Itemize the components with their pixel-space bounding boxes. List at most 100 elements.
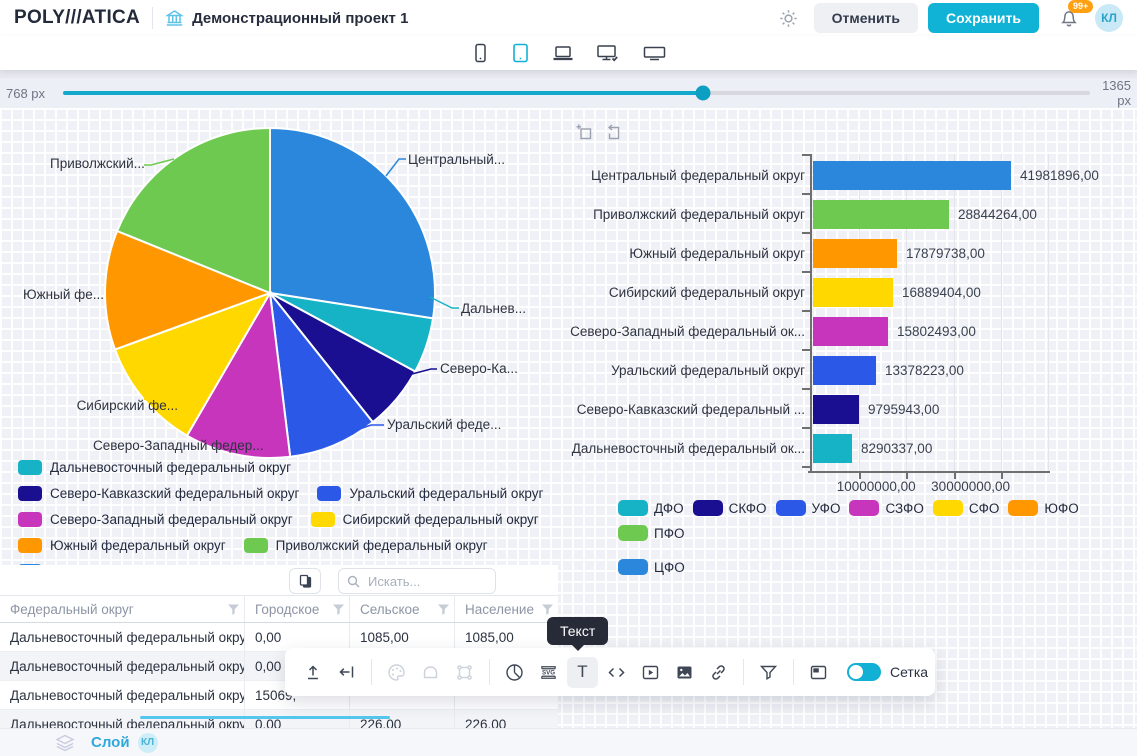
legend-label: ЮФО: [1044, 501, 1078, 516]
bar-value-label: 41981896,00: [1020, 156, 1099, 195]
filter-funnel-icon[interactable]: [437, 603, 450, 616]
bar-СЗФО[interactable]: [813, 317, 888, 346]
width-slider-handle[interactable]: [695, 86, 710, 101]
bar-value-label: 15802493,00: [897, 312, 976, 351]
legend-item[interactable]: Сибирский федеральный округ: [311, 512, 539, 527]
bar-ПФО[interactable]: [813, 200, 949, 229]
upload-icon[interactable]: [297, 657, 328, 688]
bar-category-label: Северо-Кавказский федеральный ...: [560, 390, 805, 429]
filter-funnel-icon[interactable]: [332, 603, 345, 616]
legend-item[interactable]: ДФО: [618, 500, 684, 516]
bar-ЮФО[interactable]: [813, 239, 897, 268]
legend-item[interactable]: Южный федеральный округ: [18, 538, 226, 553]
bar-ДФО[interactable]: [813, 434, 852, 463]
device-size-bar: [0, 36, 1137, 70]
video-icon[interactable]: [635, 657, 666, 688]
device-phone-icon[interactable]: [470, 41, 491, 65]
table-row[interactable]: Дальневосточный федеральный округ0,00226…: [0, 710, 558, 728]
bar-axis-ytick: [802, 193, 810, 195]
width-slider-track[interactable]: [63, 91, 1090, 95]
bar-ЦФО[interactable]: [813, 161, 1011, 190]
gear-icon[interactable]: [777, 7, 800, 30]
device-widescreen-icon[interactable]: [641, 41, 668, 65]
legend-label: Дальневосточный федеральный округ: [50, 460, 291, 475]
pie-label-cfo: Центральный...: [408, 152, 505, 167]
notifications[interactable]: 99+: [1059, 8, 1079, 28]
column-header[interactable]: Сельское: [350, 596, 455, 622]
layer-badge: КЛ: [138, 733, 158, 753]
legend-item[interactable]: Северо-Кавказский федеральный округ: [18, 486, 299, 501]
layer-tab[interactable]: Слой: [91, 734, 130, 751]
bar-value-label: 16889404,00: [902, 273, 981, 312]
table-cell: Дальневосточный федеральный округ: [0, 652, 245, 680]
text-icon[interactable]: T: [567, 657, 598, 688]
bar-axis-ytick: [802, 310, 810, 312]
link-icon[interactable]: [703, 657, 734, 688]
legend-item[interactable]: Приволжский федеральный округ: [244, 538, 488, 553]
legend-item[interactable]: ЦФО: [618, 559, 685, 575]
svg-icon[interactable]: SVG: [533, 657, 564, 688]
transform-icon[interactable]: [449, 657, 480, 688]
legend-item[interactable]: УФО: [776, 500, 841, 516]
legend-label: Сибирский федеральный округ: [343, 512, 539, 527]
legend-swatch: [317, 486, 341, 501]
undo-box-icon[interactable]: [604, 124, 621, 141]
device-desktop-check-icon[interactable]: [594, 41, 623, 65]
bar-axis-ytick: [802, 388, 810, 390]
search-input[interactable]: [366, 573, 487, 590]
legend-swatch: [849, 500, 879, 516]
bar-value-label: 9795943,00: [868, 390, 939, 429]
legend-label: ДФО: [654, 501, 684, 516]
gap-strip: [0, 70, 1137, 78]
table-cell: Дальневосточный федеральный округ: [0, 681, 245, 709]
bar-legend: ДФО СКФО УФО СЗФО СФО ЮФО ПФО ЦФО: [618, 500, 1134, 575]
pie-chart-icon[interactable]: [499, 657, 530, 688]
table-horizontal-scrollbar[interactable]: [140, 716, 390, 719]
legend-label: Северо-Кавказский федеральный округ: [50, 486, 299, 501]
layers-icon[interactable]: [55, 734, 75, 752]
crop-icon[interactable]: [576, 124, 593, 141]
image-icon[interactable]: [669, 657, 700, 688]
legend-item[interactable]: Дальневосточный федеральный округ: [18, 460, 291, 475]
legend-item[interactable]: ПФО: [618, 525, 684, 541]
cancel-button[interactable]: Отменить: [814, 3, 918, 33]
column-header[interactable]: Население: [455, 596, 558, 622]
save-button[interactable]: Сохранить: [928, 3, 1039, 33]
grid-toggle[interactable]: Сетка: [847, 663, 928, 681]
svg-text:SVG: SVG: [542, 669, 555, 676]
legend-swatch: [244, 538, 268, 553]
bar-СФО[interactable]: [813, 278, 893, 307]
filter-icon[interactable]: [753, 657, 784, 688]
legend-item[interactable]: Северо-Западный федеральный округ: [18, 512, 293, 527]
legend-item[interactable]: ЮФО: [1008, 500, 1078, 516]
dashboard-canvas[interactable]: Центральный... Дальнев... Северо-Ка... У…: [0, 108, 1137, 728]
copy-button[interactable]: [289, 568, 321, 594]
column-header[interactable]: Федеральный округ: [0, 596, 245, 622]
filter-funnel-icon[interactable]: [541, 603, 554, 616]
legend-item[interactable]: СЗФО: [849, 500, 923, 516]
code-icon[interactable]: [601, 657, 632, 688]
legend-label: СФО: [969, 501, 1000, 516]
column-header[interactable]: Городское: [245, 596, 350, 622]
palette-icon[interactable]: [381, 657, 412, 688]
pie-label-yufo: Южный фе...: [23, 287, 104, 302]
frame-icon[interactable]: [803, 657, 834, 688]
table-cell: Дальневосточный федеральный округ: [0, 710, 245, 728]
width-slider-row: 768 px 1365 px: [0, 78, 1137, 108]
legend-item[interactable]: СФО: [933, 500, 1000, 516]
collapse-left-icon[interactable]: [331, 657, 362, 688]
avatar[interactable]: КЛ: [1095, 4, 1123, 32]
device-tablet-icon[interactable]: [509, 41, 532, 65]
table-widget: Федеральный округГородскоеСельскоеНаселе…: [0, 565, 558, 728]
filter-funnel-icon[interactable]: [227, 603, 240, 616]
legend-item[interactable]: Уральский федеральный округ: [317, 486, 543, 501]
header: POLY///ATICA Демонстрационный проект 1 О…: [0, 0, 1137, 36]
bar-УФО[interactable]: [813, 356, 876, 385]
toolbar-divider: [743, 659, 744, 685]
bar-СКФО[interactable]: [813, 395, 859, 424]
legend-swatch: [933, 500, 963, 516]
legend-item[interactable]: СКФО: [693, 500, 767, 516]
device-laptop-icon[interactable]: [550, 41, 576, 65]
grid-toggle-switch[interactable]: [847, 663, 881, 681]
container-icon[interactable]: [415, 657, 446, 688]
